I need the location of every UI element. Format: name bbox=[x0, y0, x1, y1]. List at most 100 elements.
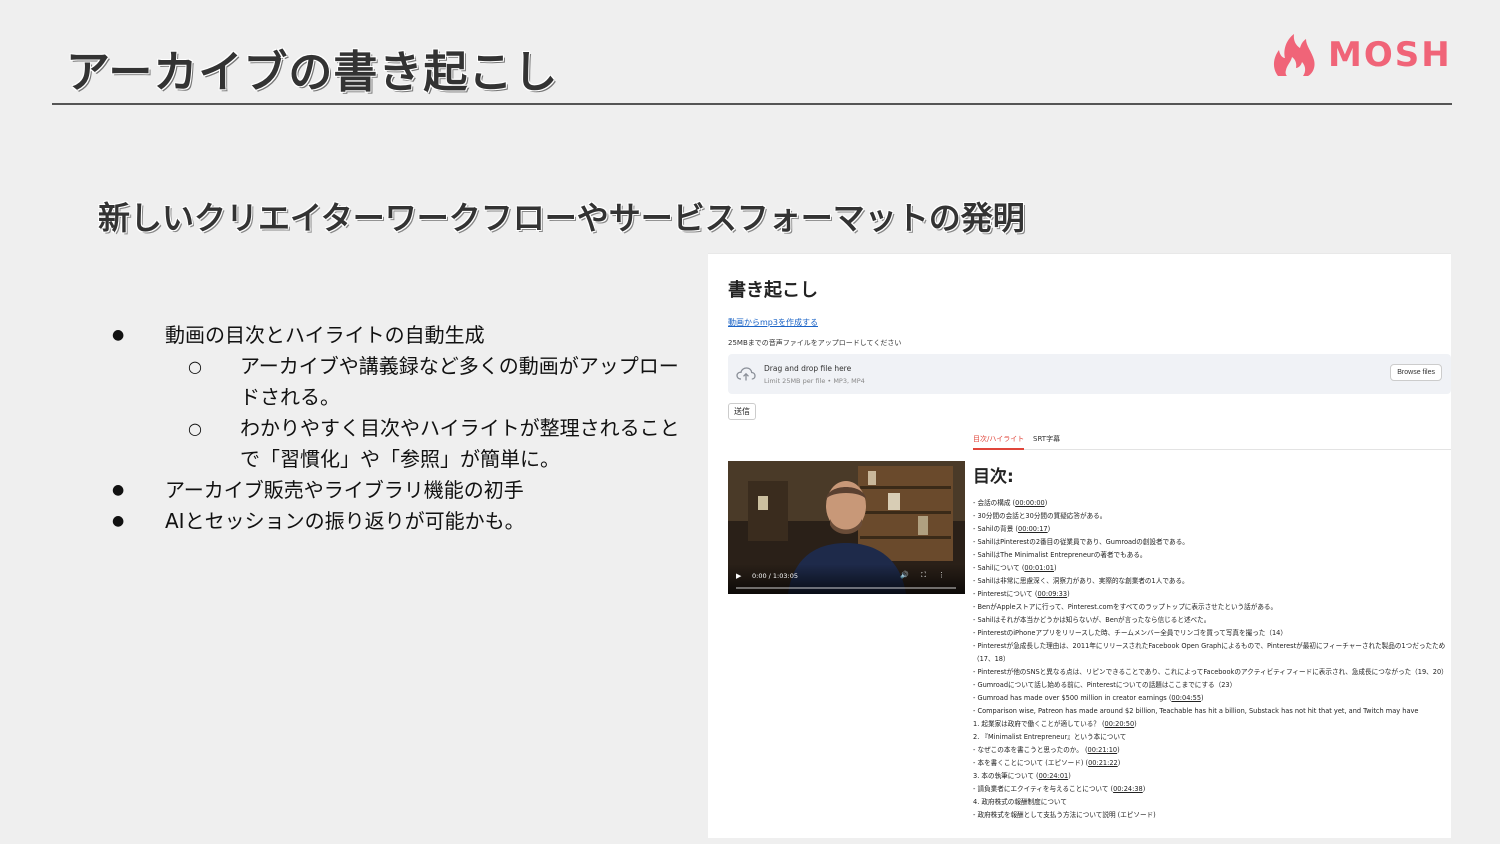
toc-heading: 目次: bbox=[973, 467, 1014, 487]
toc-item-text: - Gumroadについて話し始める前に、Pinterestについての話題はここ… bbox=[973, 681, 1237, 689]
toc-item-end: ) bbox=[1142, 785, 1146, 793]
toc-item: - Gumroadについて話し始める前に、Pinterestについての話題はここ… bbox=[973, 679, 1451, 692]
toc-item-end: ) bbox=[1201, 694, 1204, 702]
logo-text: MOSH bbox=[1328, 35, 1452, 75]
toc-item-end: ) bbox=[1117, 746, 1120, 754]
toc-item-text: - 政府株式を報酬として支払う方法について説明 (エピソード) bbox=[973, 811, 1156, 819]
bullet-item: ● AIとセッションの振り返りが可能かも。 bbox=[110, 506, 690, 537]
create-mp3-link[interactable]: 動画からmp3を作成する bbox=[728, 317, 818, 328]
sub-bullet-marker: ○ bbox=[188, 419, 202, 438]
toc-item: - 本を書くことについて (エピソード) (00:21:22) bbox=[973, 757, 1451, 770]
app-screenshot: 書き起こし 動画からmp3を作成する 25MBまでの音声ファイルをアップロードし… bbox=[708, 253, 1451, 838]
toc-item-text: 3. 本の執筆について ( bbox=[973, 772, 1039, 780]
toc-item: 3. 本の執筆について (00:24:01) bbox=[973, 770, 1451, 783]
upload-label: 25MBまでの音声ファイルをアップロードしてください bbox=[728, 339, 902, 347]
video-controls: ▶ 0:00 / 1:03:05 🔊⛶⋮ bbox=[728, 564, 965, 594]
timestamp-link[interactable]: 00:00:17 bbox=[1018, 525, 1048, 533]
timestamp-link[interactable]: 00:24:38 bbox=[1113, 785, 1143, 793]
toc-item-text: - Comparison wise, Patreon has made arou… bbox=[973, 707, 1419, 715]
toc-item: - Pinterestが他のSNSと異なる点は、リピンできることであり、これによ… bbox=[973, 666, 1451, 679]
toc-item: - なぜこの本を書こうと思ったのか。 (00:21:10) bbox=[973, 744, 1451, 757]
toc-item-text: 4. 政府株式の報酬制度について bbox=[973, 798, 1067, 806]
toc-item: - SahilはPinterestの2番目の従業員であり、Gumroadの創設者… bbox=[973, 536, 1451, 549]
timestamp-link[interactable]: 00:00:00 bbox=[1015, 499, 1045, 507]
toc-item-text: - Sahilについて ( bbox=[973, 564, 1025, 572]
toc-item-text: 2. 『Minimalist Entrepreneur』という本について bbox=[973, 733, 1127, 741]
toc-item: 1. 起業家は政府で働くことが適している？ (00:20:50) bbox=[973, 718, 1451, 731]
video-player[interactable]: ▶ 0:00 / 1:03:05 🔊⛶⋮ bbox=[728, 461, 965, 594]
tab-toc-highlights[interactable]: 目次/ハイライト bbox=[973, 434, 1025, 450]
bullet-marker: ● bbox=[112, 513, 125, 529]
tab-bar: 目次/ハイライト SRT字幕 bbox=[973, 432, 1451, 450]
video-control-icons[interactable]: 🔊⛶⋮ bbox=[900, 571, 957, 580]
video-progress-bar[interactable] bbox=[736, 587, 956, 589]
timestamp-link[interactable]: 00:21:10 bbox=[1088, 746, 1118, 754]
sub-bullet-marker: ○ bbox=[188, 357, 202, 376]
browse-files-button[interactable]: Browse files bbox=[1390, 364, 1442, 381]
sub-bullet-text: わかりやすく目次やハイライトが整理されることで「習慣化」や「参照」が簡単に。 bbox=[240, 416, 680, 471]
toc-item-text: 1. 起業家は政府で働くことが適している？ ( bbox=[973, 720, 1105, 728]
video-time: 0:00 / 1:03:05 bbox=[752, 572, 798, 580]
slide-subtitle: 新しいクリエイターワークフローやサービスフォーマットの発明 bbox=[98, 199, 1025, 237]
toc-item-text: - 30分間の会話と30分間の質疑応答がある。 bbox=[973, 512, 1107, 520]
bullet-text: アーカイブ販売やライブラリ機能の初手 bbox=[165, 478, 524, 502]
toc-item: - 政府株式を報酬として支払う方法について説明 (エピソード) bbox=[973, 809, 1451, 822]
toc-item: - 会話の構成 (00:00:00) bbox=[973, 497, 1451, 510]
toc-item: - Sahilはそれが本当かどうかは知らないが、Benが言ったなら信じると述べた… bbox=[973, 614, 1451, 627]
timestamp-link[interactable]: 00:09:33 bbox=[1037, 590, 1067, 598]
title-divider bbox=[52, 103, 1452, 105]
toc-item-text: - Pinterestが急成長した理由は、2011年にリリースされたFacebo… bbox=[973, 642, 1446, 663]
bullet-item: ● アーカイブ販売やライブラリ機能の初手 bbox=[110, 475, 690, 506]
bullet-list: ● 動画の目次とハイライトの自動生成 ○ アーカイブや講義録など多くの動画がアッ… bbox=[110, 320, 690, 537]
timestamp-link[interactable]: 00:01:01 bbox=[1024, 564, 1054, 572]
send-button[interactable]: 送信 bbox=[728, 403, 756, 420]
toc-item: - BenがAppleストアに行って、Pinterest.comをすべてのラップ… bbox=[973, 601, 1451, 614]
toc-item-text: - Pinterestが他のSNSと異なる点は、リピンできることであり、これによ… bbox=[973, 668, 1448, 676]
play-icon[interactable]: ▶ bbox=[736, 572, 741, 580]
toc-item-text: - 本を書くことについて (エピソード) ( bbox=[973, 759, 1089, 767]
toc-item: - Pinterestが急成長した理由は、2011年にリリースされたFacebo… bbox=[973, 640, 1451, 666]
toc-list: - 会話の構成 (00:00:00) - 30分間の会話と30分間の質疑応答がある… bbox=[973, 497, 1451, 822]
toc-item-text: - PinterestのiPhoneアプリをリリースした時、チームメンバー全員で… bbox=[973, 629, 1287, 637]
sub-bullet-item: ○ アーカイブや講義録など多くの動画がアップロードされる。 bbox=[110, 351, 690, 413]
bullet-marker: ● bbox=[112, 327, 125, 343]
bullet-text: AIとセッションの振り返りが可能かも。 bbox=[165, 509, 525, 533]
sub-bullet-item: ○ わかりやすく目次やハイライトが整理されることで「習慣化」や「参照」が簡単に。 bbox=[110, 413, 690, 475]
cloud-upload-icon bbox=[736, 367, 756, 381]
app-title: 書き起こし bbox=[728, 280, 818, 301]
toc-item-end: ) bbox=[1117, 759, 1121, 767]
toc-item-end: ) bbox=[1068, 772, 1071, 780]
bullet-item: ● 動画の目次とハイライトの自動生成 bbox=[110, 320, 690, 351]
toc-item-text: - Sahilはそれが本当かどうかは知らないが、Benが言ったなら信じると述べた… bbox=[973, 616, 1211, 624]
slide: アーカイブの書き起こし MOSH 新しいクリエイターワークフローやサービスフォー… bbox=[0, 0, 1500, 844]
toc-item: - Sahilの背景 (00:00:17) bbox=[973, 523, 1451, 536]
toc-item-text: - Sahilは非常に思慮深く、洞察力があり、実際的な創業者の1人である。 bbox=[973, 577, 1189, 585]
slide-title: アーカイブの書き起こし bbox=[66, 47, 559, 98]
toc-item-end: ) bbox=[1047, 525, 1051, 533]
timestamp-link[interactable]: 00:24:01 bbox=[1039, 772, 1069, 780]
toc-item-text: - SahilはThe Minimalist Entrepreneurの著者でも… bbox=[973, 551, 1147, 559]
toc-item-text: - BenがAppleストアに行って、Pinterest.comをすべてのラップ… bbox=[973, 603, 1278, 611]
mosh-logo: MOSH bbox=[1270, 32, 1452, 78]
dropzone-title: Drag and drop file here bbox=[764, 364, 852, 373]
toc-item: - PinterestのiPhoneアプリをリリースした時、チームメンバー全員で… bbox=[973, 627, 1451, 640]
toc-item: - 請負業者にエクイティを与えることについて (00:24:38) bbox=[973, 783, 1451, 796]
toc-item: - Pinterestについて (00:09:33) bbox=[973, 588, 1451, 601]
timestamp-link[interactable]: 00:04:55 bbox=[1171, 694, 1201, 702]
file-dropzone[interactable]: Drag and drop file here Limit 25MB per f… bbox=[728, 354, 1451, 394]
toc-item: - 30分間の会話と30分間の質疑応答がある。 bbox=[973, 510, 1451, 523]
toc-item-text: - 会話の構成 ( bbox=[973, 499, 1016, 507]
tab-srt-subtitles[interactable]: SRT字幕 bbox=[1033, 434, 1060, 444]
timestamp-link[interactable]: 00:21:22 bbox=[1088, 759, 1118, 767]
toc-panel: 目次: - 会話の構成 (00:00:00) - 30分間の会話と30分間の質疑応… bbox=[973, 462, 1451, 822]
toc-item: - Sahilについて (00:01:01) bbox=[973, 562, 1451, 575]
timestamp-link[interactable]: 00:20:50 bbox=[1105, 720, 1135, 728]
toc-item-end: ) bbox=[1067, 590, 1070, 598]
toc-item-text: - Sahilの背景 ( bbox=[973, 525, 1018, 533]
dropzone-limit: Limit 25MB per file • MP3, MP4 bbox=[764, 377, 865, 385]
toc-item-text: - なぜこの本を書こうと思ったのか。 ( bbox=[973, 746, 1088, 754]
toc-item-text: - Gumroad has made over $500 million in … bbox=[973, 694, 1172, 702]
toc-item: - Sahilは非常に思慮深く、洞察力があり、実際的な創業者の1人である。 bbox=[973, 575, 1451, 588]
toc-item-text: - 請負業者にエクイティを与えることについて ( bbox=[973, 785, 1114, 793]
toc-item-end: ) bbox=[1054, 564, 1057, 572]
